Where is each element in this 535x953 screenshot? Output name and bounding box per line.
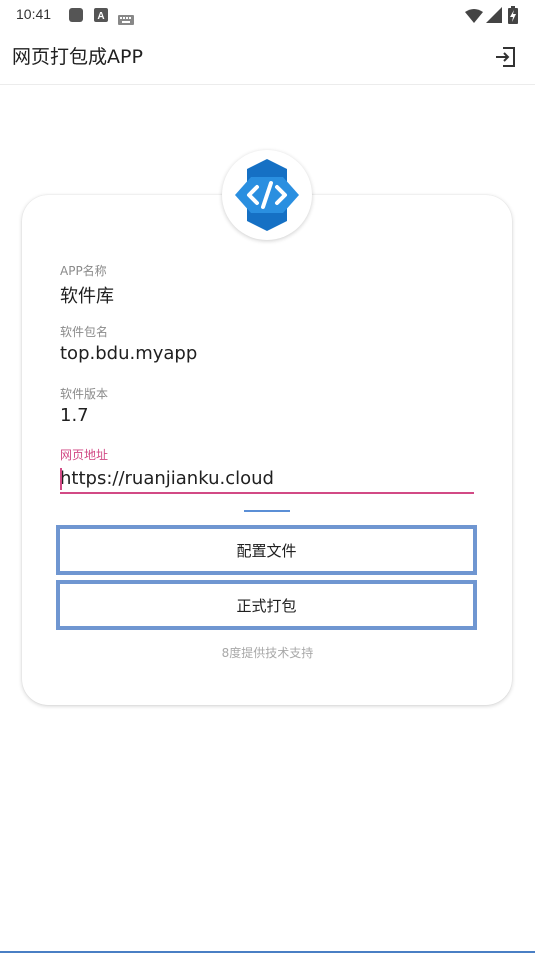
export-icon[interactable] xyxy=(492,44,518,70)
config-file-button[interactable]: 配置文件 xyxy=(56,525,477,575)
svg-text:A: A xyxy=(97,11,104,22)
version-value[interactable]: 1.7 xyxy=(60,405,89,426)
status-bar: 10:41 A xyxy=(0,0,535,30)
app-name-label: APP名称 xyxy=(60,264,107,278)
scroll-indicator xyxy=(244,510,290,512)
package-name-value[interactable]: top.bdu.myapp xyxy=(60,343,197,364)
package-name-label: 软件包名 xyxy=(60,325,109,339)
support-text: 8度提供技术支持 xyxy=(221,646,314,660)
version-label: 软件版本 xyxy=(60,387,109,401)
app-bar: 网页打包成APP xyxy=(0,30,535,85)
app-name-value[interactable]: 软件库 xyxy=(60,282,114,308)
app-square-icon xyxy=(68,7,84,27)
url-label: 网页地址 xyxy=(60,448,109,462)
battery-icon xyxy=(508,6,518,28)
app-logo xyxy=(222,150,312,240)
status-time: 10:41 xyxy=(16,6,52,22)
keyboard-icon xyxy=(118,10,134,29)
code-hexagon-icon xyxy=(235,159,299,231)
build-package-button[interactable]: 正式打包 xyxy=(56,580,477,630)
text-cursor xyxy=(60,468,62,490)
url-input[interactable] xyxy=(60,464,474,494)
wifi-icon xyxy=(465,8,483,27)
page-title: 网页打包成APP xyxy=(12,46,143,68)
signal-icon xyxy=(486,7,502,27)
a-badge-icon: A xyxy=(94,7,108,26)
